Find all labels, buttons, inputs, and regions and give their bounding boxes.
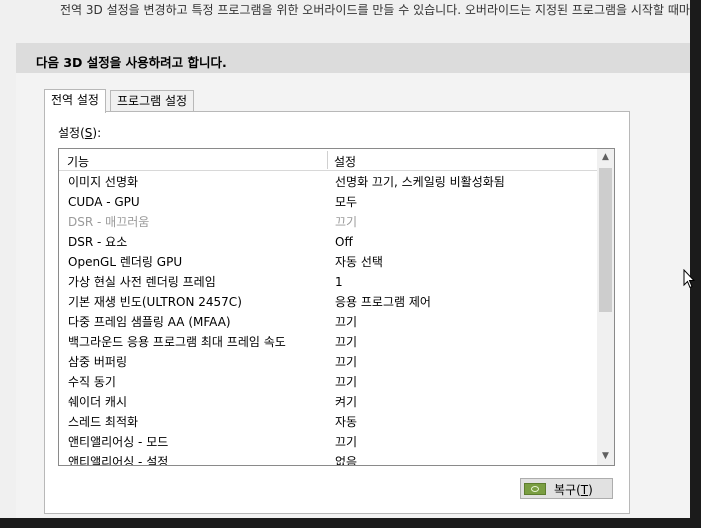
list-rows: 이미지 선명화 선명화 끄기, 스케일링 비활성화됨 CUDA - GPU 모두 DSR… [59, 172, 598, 466]
table-row[interactable]: DSR - 요소 Off [59, 232, 598, 252]
setting-value-cell[interactable]: 없음 [335, 452, 357, 465]
feature-cell: CUDA - GPU [68, 195, 140, 209]
table-row[interactable]: 스레드 최적화 자동 [59, 412, 598, 432]
setting-value-cell[interactable]: 켜기 [335, 392, 357, 412]
setting-value-cell[interactable]: 끄기 [335, 432, 357, 452]
feature-cell: 앤티앨리어싱 - 모드 [68, 435, 169, 449]
feature-cell: DSR - 매끄러움 [68, 215, 150, 229]
feature-cell: 수직 동기 [68, 375, 116, 389]
setting-value-cell[interactable]: 자동 [335, 412, 357, 432]
nvidia-logo-icon [524, 483, 546, 495]
scroll-up-arrow-icon[interactable]: ▲ [597, 149, 614, 166]
setting-value-cell[interactable]: 끄기 [335, 212, 357, 232]
table-row[interactable]: OpenGL 렌더링 GPU 자동 선택 [59, 252, 598, 272]
table-row[interactable]: 다중 프레임 샘플링 AA (MFAA) 끄기 [59, 312, 598, 332]
feature-cell: 삼중 버퍼링 [68, 355, 128, 369]
settings-list[interactable]: 기능 설정 이미지 선명화 선명화 끄기, 스케일링 비활성화됨 CUDA - GP… [58, 148, 615, 466]
table-row[interactable]: 백그라운드 응용 프로그램 최대 프레임 속도 끄기 [59, 332, 598, 352]
section-heading: 다음 3D 설정을 사용하려고 합니다. [36, 55, 227, 70]
setting-value-cell[interactable]: 끄기 [335, 332, 357, 352]
nvidia-control-panel-page: 전역 3D 설정을 변경하고 특정 프로그램을 위한 오버라이드를 만들 수 있… [0, 0, 690, 518]
setting-value-cell[interactable]: 끄기 [335, 312, 357, 332]
scroll-down-arrow-icon[interactable]: ▼ [597, 448, 614, 465]
table-row[interactable]: CUDA - GPU 모두 [59, 192, 598, 212]
feature-cell: 가상 현실 사전 렌더링 프레임 [68, 275, 216, 289]
tab-program-settings[interactable]: 프로그램 설정 [110, 90, 195, 112]
column-header-setting[interactable]: 설정 [334, 153, 356, 170]
restore-button-label: 복구(T) [554, 483, 593, 497]
column-separator[interactable] [327, 151, 328, 169]
table-row[interactable]: 이미지 선명화 선명화 끄기, 스케일링 비활성화됨 [59, 172, 598, 192]
table-row[interactable]: 수직 동기 끄기 [59, 372, 598, 392]
page-description: 전역 3D 설정을 변경하고 특정 프로그램을 위한 오버라이드를 만들 수 있… [60, 3, 690, 17]
mouse-cursor-icon [683, 269, 695, 289]
table-row[interactable]: 앤티앨리어싱 - 설정 없음 [59, 452, 598, 466]
setting-value-cell[interactable]: 자동 선택 [335, 252, 383, 272]
vertical-scrollbar[interactable]: ▲ ▼ [597, 149, 614, 465]
feature-cell: 이미지 선명화 [68, 175, 139, 189]
feature-cell: DSR - 요소 [68, 235, 128, 249]
feature-cell: 앤티앨리어싱 - 설정 [68, 455, 169, 466]
feature-cell: 다중 프레임 샘플링 AA (MFAA) [68, 315, 231, 329]
table-row[interactable]: 가상 현실 사전 렌더링 프레임 1 [59, 272, 598, 292]
tab-global-settings[interactable]: 전역 설정 [44, 89, 106, 113]
setting-value-cell[interactable]: 끄기 [335, 352, 357, 372]
table-row[interactable]: DSR - 매끄러움 끄기 [59, 212, 598, 232]
feature-cell: OpenGL 렌더링 GPU [68, 255, 183, 269]
feature-cell: 백그라운드 응용 프로그램 최대 프레임 속도 [68, 335, 286, 349]
feature-cell: 스레드 최적화 [68, 415, 139, 429]
setting-value-cell[interactable]: 선명화 끄기, 스케일링 비활성화됨 [335, 172, 505, 192]
setting-value-cell[interactable]: 1 [335, 272, 343, 292]
setting-value-cell[interactable]: 모두 [335, 192, 357, 212]
table-row[interactable]: 기본 재생 빈도(ULTRON 2457C) 응용 프로그램 제어 [59, 292, 598, 312]
table-row[interactable]: 앤티앨리어싱 - 모드 끄기 [59, 432, 598, 452]
setting-value-cell[interactable]: Off [335, 232, 353, 252]
table-row[interactable]: 삼중 버퍼링 끄기 [59, 352, 598, 372]
table-row[interactable]: 쉐이더 캐시 켜기 [59, 392, 598, 412]
restore-button[interactable]: 복구(T) [520, 478, 613, 499]
column-header-feature[interactable]: 기능 [67, 153, 89, 170]
list-header: 기능 설정 [59, 149, 598, 171]
setting-value-cell[interactable]: 응용 프로그램 제어 [335, 292, 431, 312]
settings-label: 설정(S): [58, 126, 102, 140]
feature-cell: 쉐이더 캐시 [68, 395, 128, 409]
scrollbar-thumb[interactable] [599, 168, 612, 312]
setting-value-cell[interactable]: 끄기 [335, 372, 357, 392]
feature-cell: 기본 재생 빈도(ULTRON 2457C) [68, 295, 242, 309]
